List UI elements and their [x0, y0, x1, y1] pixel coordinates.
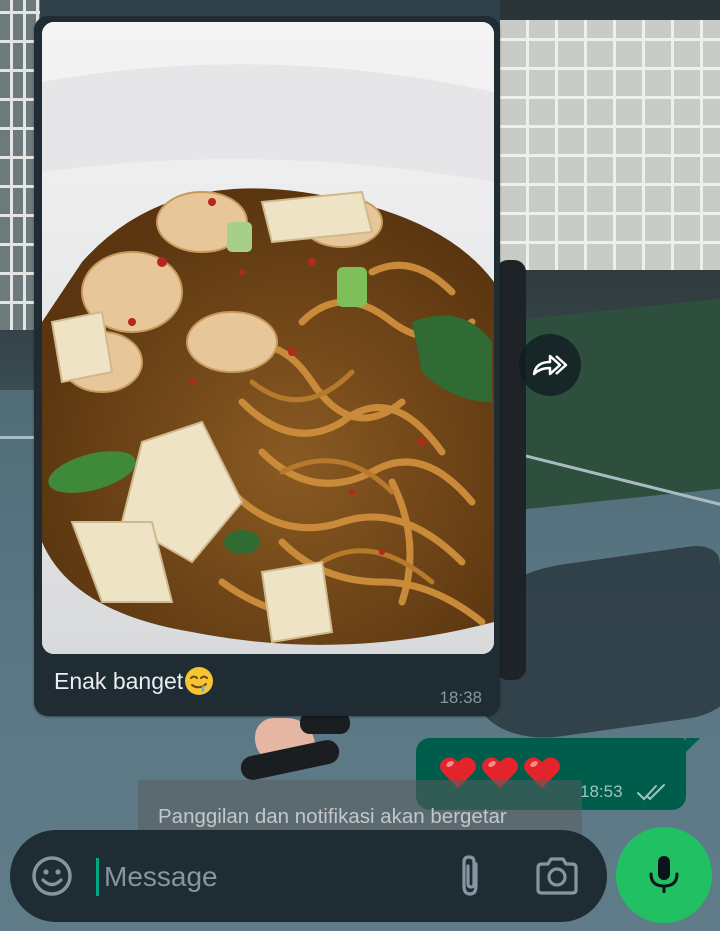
incoming-image-message[interactable]: Enak banget 18:38	[34, 16, 500, 716]
text-caret	[96, 858, 99, 896]
message-caption: Enak banget	[54, 666, 214, 696]
camera-icon[interactable]	[534, 856, 580, 896]
message-composer	[10, 830, 607, 922]
forward-button[interactable]	[519, 334, 581, 396]
microphone-icon	[649, 856, 679, 893]
forward-arrows-icon	[532, 354, 568, 376]
food-photo[interactable]	[42, 22, 494, 654]
voice-record-button[interactable]	[616, 827, 712, 923]
drooling-face-emoji-icon	[184, 666, 214, 696]
emoji-icon[interactable]	[30, 854, 74, 898]
message-input[interactable]	[102, 850, 436, 904]
outgoing-timestamp: 18:53	[580, 782, 623, 801]
caption-text: Enak banget	[54, 668, 184, 694]
incoming-timestamp: 18:38	[439, 688, 482, 707]
toast-text: Panggilan dan notifikasi akan bergetar	[158, 805, 507, 828]
paperclip-icon[interactable]	[454, 852, 488, 900]
double-check-icon	[637, 784, 665, 801]
